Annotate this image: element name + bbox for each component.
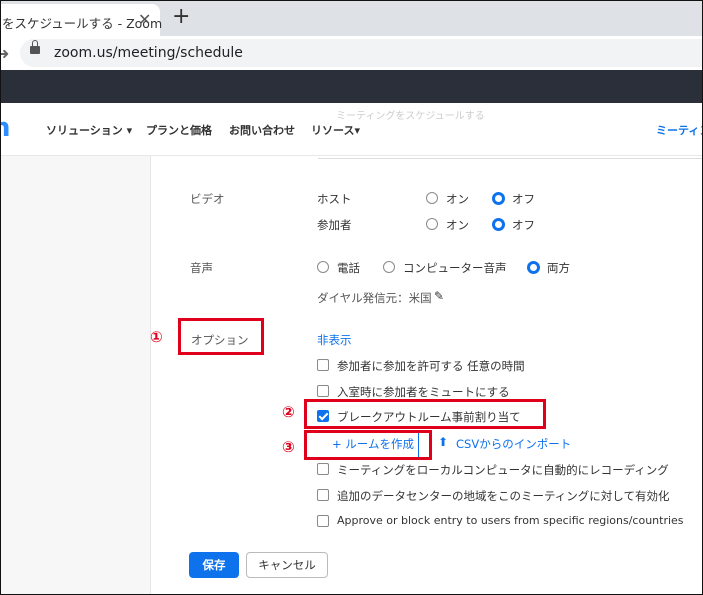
annotation-step-1: ①	[150, 328, 163, 346]
annotation-box-options	[178, 318, 264, 355]
auto-record-label: ミーティングをローカルコンピュータに自動的にレコーディング	[337, 463, 669, 477]
auto-record-checkbox[interactable]	[317, 463, 329, 475]
audio-phone-radio[interactable]	[317, 261, 329, 273]
sidebar-divider	[150, 156, 151, 595]
new-tab-icon[interactable]: +	[172, 4, 190, 29]
browser-tabstrip: をスケジュールする - Zoom ✕ +	[0, 0, 703, 36]
region-block-label: Approve or block entry to users from spe…	[337, 514, 684, 527]
url-text: zoom.us/meeting/schedule	[54, 45, 243, 61]
lock-icon	[30, 40, 40, 54]
edit-pencil-icon[interactable]: ✎	[434, 289, 444, 303]
nav-resources[interactable]: リソース▾	[311, 122, 360, 138]
nav-meetings[interactable]: ミーティン	[656, 122, 703, 138]
region-block-checkbox[interactable]	[317, 515, 329, 527]
participant-video-off-label: オフ	[512, 218, 535, 232]
nav-solutions[interactable]: ソリューション ▾	[46, 122, 132, 138]
host-label: ホスト	[317, 192, 352, 206]
section-divider	[318, 158, 703, 159]
csv-import-link[interactable]: CSVからのインポート	[456, 436, 571, 452]
annotation-step-2: ②	[282, 403, 295, 421]
save-button[interactable]: 保存	[189, 552, 239, 578]
allow-join-anytime-label: 参加者に参加を許可する 任意の時間	[337, 359, 525, 373]
annotation-box-breakout	[304, 399, 546, 429]
participant-video-on-radio[interactable]	[426, 218, 438, 230]
upload-icon[interactable]: ⬆	[438, 435, 448, 449]
video-label: ビデオ	[190, 192, 225, 206]
allow-join-anytime-checkbox[interactable]	[317, 359, 329, 371]
participant-video-off-radio[interactable]	[492, 218, 505, 231]
annotation-box-create-room	[304, 430, 432, 460]
participant-label: 参加者	[317, 218, 352, 232]
host-video-off-label: オフ	[512, 192, 535, 206]
audio-computer-radio[interactable]	[383, 261, 395, 273]
browser-tab[interactable]: をスケジュールする - Zoom ✕	[0, 4, 162, 36]
mute-on-entry-label: 入室時に参加者をミュートにする	[337, 385, 510, 399]
nav-plans[interactable]: プランと価格	[146, 122, 212, 138]
mute-on-entry-checkbox[interactable]	[317, 385, 329, 397]
audio-both-radio[interactable]	[527, 261, 540, 274]
host-video-on-label: オン	[446, 192, 469, 206]
nav-contact[interactable]: お問い合わせ	[229, 122, 295, 138]
audio-label: 音声	[190, 261, 213, 275]
sidebar	[0, 156, 150, 595]
participant-video-on-label: オン	[446, 218, 469, 232]
address-bar[interactable]: zoom.us/meeting/schedule	[20, 39, 703, 67]
back-arrow-icon[interactable]: ➜	[0, 44, 9, 63]
close-icon[interactable]: ✕	[138, 10, 151, 29]
hide-options-link[interactable]: 非表示	[317, 332, 352, 348]
host-video-on-radio[interactable]	[426, 192, 438, 204]
ghost-heading: ミーティングをスケジュールする	[336, 111, 485, 122]
datacenter-label: 追加のデータセンターの地域をこのミーティングに対して有効化	[337, 489, 670, 503]
datacenter-checkbox[interactable]	[317, 489, 329, 501]
audio-both-label: 両方	[547, 261, 570, 275]
dial-from-text: ダイヤル発信元：米国	[317, 291, 432, 305]
host-video-off-radio[interactable]	[492, 192, 505, 205]
zoom-logo[interactable]: n	[0, 113, 11, 143]
browser-toolbar: ➜ zoom.us/meeting/schedule	[0, 36, 703, 70]
audio-phone-label: 電話	[337, 261, 360, 275]
annotation-step-3: ③	[282, 438, 295, 456]
bookmark-bar	[0, 70, 703, 103]
audio-computer-label: コンピューター音声	[403, 261, 507, 275]
cancel-button[interactable]: キャンセル	[246, 552, 328, 578]
